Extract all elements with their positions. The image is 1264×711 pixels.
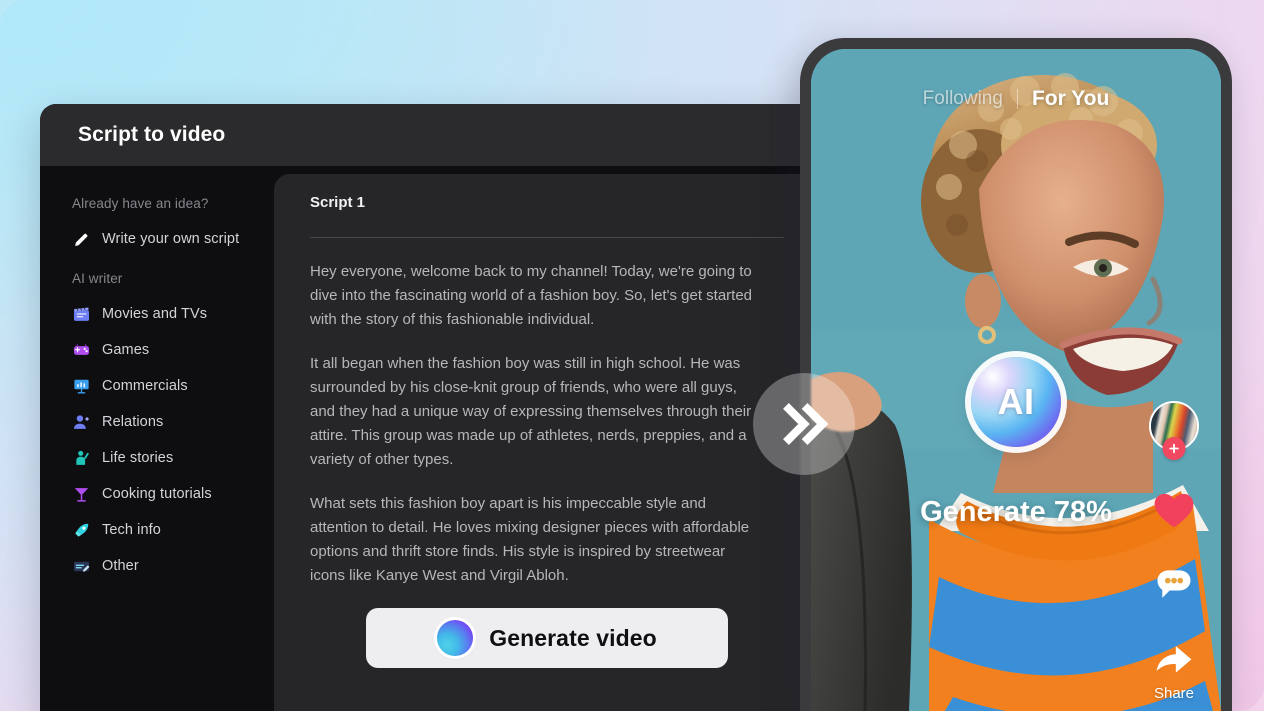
ai-badge: AI — [971, 357, 1061, 447]
sidebar-item-label: Tech info — [102, 522, 161, 538]
app-body: Already have an idea? Write your own scr… — [40, 166, 820, 711]
plus-icon[interactable] — [1162, 437, 1186, 460]
sidebar-item-other[interactable]: Other — [72, 548, 274, 584]
page-title: Script to video — [78, 123, 226, 146]
script-paragraph: It all began when the fashion boy was st… — [310, 355, 752, 468]
rocket-icon — [72, 521, 91, 540]
document-pencil-icon — [72, 557, 91, 576]
comment-button[interactable] — [1152, 563, 1196, 607]
sidebar-item-label: Commercials — [102, 378, 188, 394]
script-paragraph: Hey everyone, welcome back to my channel… — [310, 263, 753, 328]
tab-separator — [1016, 89, 1018, 109]
pencil-icon — [72, 230, 91, 249]
sidebar-item-movies-and-tvs[interactable]: Movies and TVs — [72, 296, 274, 332]
generate-progress-text: Generate 78% — [920, 496, 1112, 528]
script-text-area[interactable]: Hey everyone, welcome back to my channel… — [274, 238, 820, 668]
sidebar: Already have an idea? Write your own scr… — [40, 166, 274, 711]
tab-for-you[interactable]: For You — [1032, 87, 1109, 111]
app-header: Script to video — [40, 104, 820, 166]
sidebar-item-label: Life stories — [102, 450, 174, 466]
tab-following[interactable]: Following — [923, 88, 1003, 110]
share-button-label: Share — [1153, 685, 1195, 702]
person-icon — [72, 413, 91, 432]
sidebar-item-cooking-tutorials[interactable]: Cooking tutorials — [72, 476, 274, 512]
ai-badge-label: AI — [997, 381, 1035, 422]
script-panel: Script 1 Hey everyone, welcome back to m… — [274, 174, 820, 711]
avatar[interactable] — [1149, 401, 1199, 460]
app-window: Script to video Already have an idea? Wr… — [40, 104, 820, 711]
script-title: Script 1 — [310, 194, 366, 211]
sidebar-item-games[interactable]: Games — [72, 332, 274, 368]
double-chevron-right-icon — [783, 403, 829, 445]
script-paragraph: What sets this fashion boy apart is his … — [310, 495, 750, 584]
feed-tabs: Following For You — [811, 87, 1221, 111]
clapperboard-icon — [72, 305, 91, 324]
sidebar-item-tech-info[interactable]: Tech info — [72, 512, 274, 548]
share-arrow-icon — [1156, 646, 1192, 673]
ai-orb-icon — [437, 620, 474, 656]
share-button[interactable]: Share — [1152, 637, 1196, 702]
sidebar-item-label: Relations — [102, 414, 164, 430]
like-button[interactable] — [1151, 487, 1197, 533]
sidebar-item-label: Cooking tutorials — [102, 486, 212, 502]
game-controller-icon — [72, 341, 91, 360]
generate-video-button-label: Generate video — [489, 624, 657, 651]
generate-button-wrapper: Generate video — [310, 608, 784, 668]
sidebar-item-relations[interactable]: Relations — [72, 404, 274, 440]
sidebar-item-label: Other — [102, 558, 139, 574]
sidebar-label-ai-writer: AI writer — [72, 271, 123, 286]
sidebar-item-label: Movies and TVs — [102, 306, 208, 322]
comment-bubble-icon — [1157, 570, 1191, 598]
cocktail-glass-icon — [72, 485, 91, 504]
sidebar-item-write-your-own-script[interactable]: Write your own script — [72, 221, 274, 257]
sidebar-item-commercials[interactable]: Commercials — [72, 368, 274, 404]
phone-mockup: Following For You AI Generate 78% Share — [800, 38, 1232, 711]
presentation-chart-icon — [72, 377, 91, 396]
sidebar-label-idea: Already have an idea? — [72, 196, 209, 211]
sidebar-item-life-stories[interactable]: Life stories — [72, 440, 274, 476]
heart-icon — [1154, 493, 1194, 528]
action-rail: Share — [1145, 401, 1203, 702]
person-waving-icon — [72, 449, 91, 468]
sidebar-item-label: Write your own script — [102, 231, 240, 247]
script-header: Script 1 — [274, 174, 820, 223]
generate-video-button[interactable]: Generate video — [366, 608, 728, 668]
fast-forward-button[interactable] — [753, 373, 855, 475]
sidebar-item-label: Games — [102, 342, 150, 358]
phone-screen: Following For You AI Generate 78% Share — [811, 49, 1221, 711]
